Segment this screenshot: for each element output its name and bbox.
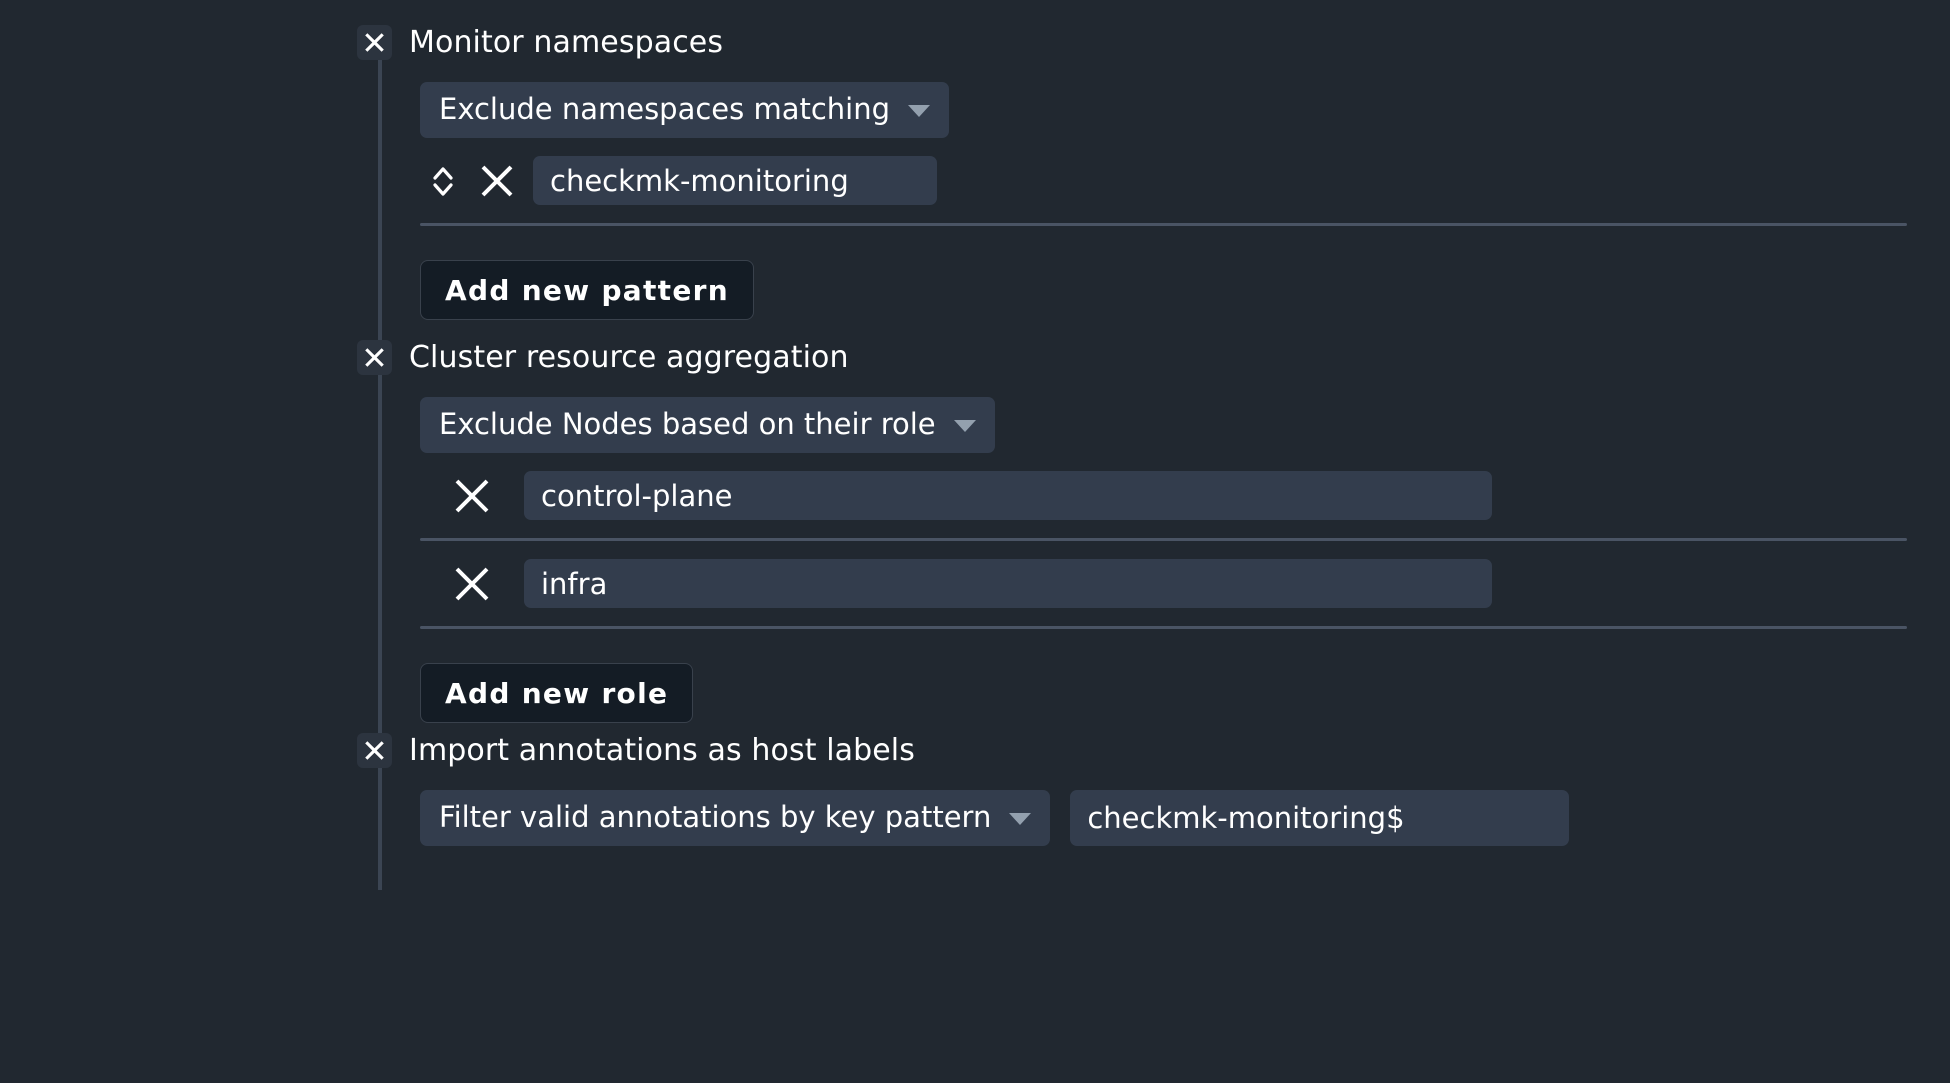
section-body: Exclude namespaces matching checkmk-moni…: [378, 60, 1950, 346]
dropdown-label: Exclude namespaces matching: [439, 92, 891, 126]
delete-row-icon[interactable]: [450, 478, 494, 514]
dropdown-exclude-namespaces-matching[interactable]: Exclude namespaces matching: [420, 82, 950, 138]
chevron-down-icon: [953, 420, 976, 432]
node-role-input[interactable]: infra: [524, 559, 1492, 608]
cross-icon: [365, 348, 384, 367]
section-cluster-resource-aggregation: Cluster resource aggregation Exclude Nod…: [0, 340, 1950, 749]
section-header: Monitor namespaces: [0, 25, 1950, 60]
node-role-input[interactable]: control-plane: [524, 471, 1492, 520]
section-header: Import annotations as host labels: [0, 733, 1950, 768]
sort-updown-icon[interactable]: [426, 164, 460, 198]
chevron-down-icon: [908, 105, 931, 117]
namespace-pattern-input[interactable]: checkmk-monitoring: [533, 156, 937, 205]
checkbox-import-annotations[interactable]: [357, 733, 392, 768]
delete-row-icon[interactable]: [475, 164, 519, 198]
section-header: Cluster resource aggregation: [0, 340, 1950, 375]
close-icon: [455, 479, 489, 512]
close-icon: [481, 165, 513, 196]
close-icon: [455, 567, 489, 600]
annotation-key-pattern-input[interactable]: checkmk-monitoring$: [1070, 790, 1570, 846]
section-import-annotations-as-host-labels: Import annotations as host labels Filter…: [0, 733, 1950, 890]
dropdown-label: Filter valid annotations by key pattern: [439, 800, 992, 834]
section-title: Import annotations as host labels: [409, 732, 915, 768]
section-title: Monitor namespaces: [409, 24, 724, 60]
section-body: Filter valid annotations by key pattern …: [378, 768, 1950, 890]
table-row: control-plane: [420, 471, 1950, 520]
dropdown-exclude-nodes-based-on-their-role[interactable]: Exclude Nodes based on their role: [420, 397, 995, 453]
checkbox-cluster-resource-aggregation[interactable]: [357, 340, 392, 375]
configuration-form: Monitor namespaces Exclude namespaces ma…: [0, 0, 1950, 1083]
cross-icon: [365, 33, 384, 52]
checkbox-monitor-namespaces[interactable]: [357, 25, 392, 60]
cross-icon: [365, 741, 384, 760]
dropdown-filter-valid-annotations-by-key-pattern[interactable]: Filter valid annotations by key pattern: [420, 790, 1051, 846]
add-new-pattern-button[interactable]: Add new pattern: [420, 260, 754, 320]
delete-row-icon[interactable]: [450, 566, 494, 602]
section-body: Exclude Nodes based on their role contro…: [378, 375, 1950, 749]
chevron-down-icon: [1009, 813, 1032, 825]
add-new-role-button[interactable]: Add new role: [420, 663, 694, 723]
table-row: infra: [420, 559, 1950, 608]
table-row: checkmk-monitoring: [420, 156, 1950, 205]
section-monitor-namespaces: Monitor namespaces Exclude namespaces ma…: [0, 25, 1950, 346]
annotation-filter-row: Filter valid annotations by key pattern …: [420, 790, 1950, 846]
section-title: Cluster resource aggregation: [409, 339, 849, 375]
dropdown-label: Exclude Nodes based on their role: [439, 407, 936, 441]
